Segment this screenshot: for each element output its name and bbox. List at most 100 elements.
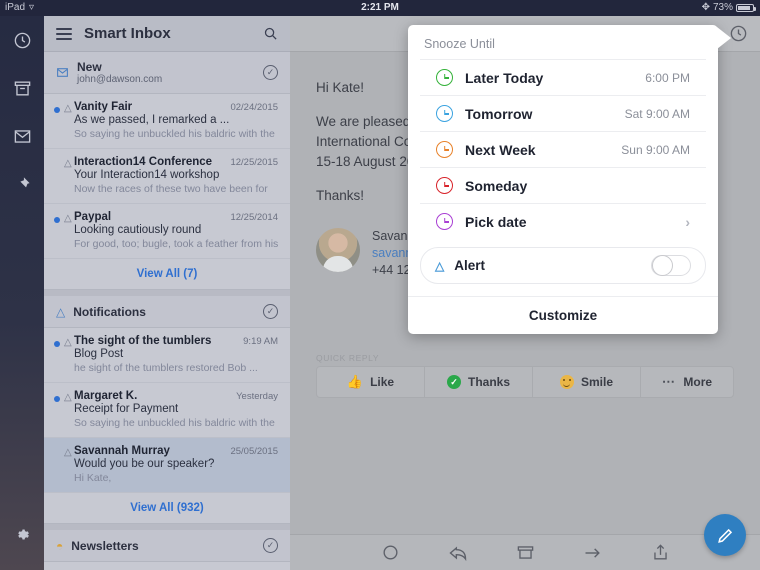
section-title: Newsletters	[71, 538, 139, 553]
snooze-option-someday[interactable]: Someday	[420, 167, 706, 203]
table-row[interactable]: △ Paypal 12/25/2014 Looking cautiously r…	[44, 204, 290, 259]
quick-reply-like-button[interactable]: 👍 Like	[317, 367, 425, 397]
ellipsis-icon: ⋯	[661, 374, 677, 389]
quick-reply-smile-button[interactable]: Smile	[533, 367, 641, 397]
search-icon[interactable]	[263, 26, 278, 41]
row-preview: Now the races of these two have been for	[74, 183, 268, 195]
smiley-icon	[559, 375, 574, 389]
snooze-option-later-today[interactable]: Later Today 6:00 PM	[420, 59, 706, 95]
rail-item-pin[interactable]	[0, 160, 44, 208]
row-preview: Hi Kate,	[74, 472, 112, 484]
clock-icon	[436, 141, 453, 158]
option-label: Later Today	[465, 69, 544, 86]
archive-box-icon[interactable]	[516, 543, 535, 562]
section-header-newsletters[interactable]: ◓ Newsletters ✓	[44, 530, 290, 562]
share-up-icon[interactable]	[651, 543, 670, 562]
popover-arrow	[717, 27, 731, 49]
alert-toggle[interactable]	[651, 255, 691, 276]
page-title: Smart Inbox	[84, 25, 171, 42]
row-date: Yesterday	[236, 391, 278, 402]
option-label: Pick date	[465, 213, 527, 230]
row-date: 02/24/2015	[230, 102, 278, 113]
option-meta: 6:00 PM	[645, 70, 690, 85]
clock-icon	[436, 69, 453, 86]
alert-label: Alert	[454, 258, 485, 273]
snooze-clock-button[interactable]	[729, 24, 748, 48]
quick-reply-label: QUICK REPLY	[316, 353, 380, 363]
envelope-icon	[14, 129, 30, 143]
row-preview: So saying he unbuckled his baldric with …	[74, 128, 275, 140]
row-sender: Margaret K.	[74, 390, 138, 402]
section-header-new[interactable]: New john@dawson.com ✓	[44, 52, 290, 94]
rail-item-clock[interactable]	[0, 16, 44, 64]
circle-icon[interactable]	[381, 543, 400, 562]
compose-button[interactable]	[704, 514, 746, 556]
quick-reply-label-smile: Smile	[580, 375, 613, 389]
quick-reply-label-thanks: Thanks	[467, 375, 510, 389]
snooze-popover: Snooze Until Later Today 6:00 PM Tomorro…	[408, 25, 731, 334]
thumbs-up-icon: 👍	[346, 374, 364, 389]
clock-icon	[14, 32, 30, 48]
status-right: ✥ 73%	[702, 0, 756, 16]
snooze-option-pick-date[interactable]: Pick date ›	[420, 203, 706, 239]
table-row[interactable]: △ Margaret K. Yesterday Receipt for Paym…	[44, 383, 290, 438]
unread-dot	[54, 217, 60, 223]
rail-item-settings[interactable]	[0, 510, 44, 558]
row-date: 9:19 AM	[243, 336, 278, 347]
option-label: Someday	[465, 177, 528, 194]
row-sender: Savannah Murray	[74, 445, 170, 457]
unread-dot	[54, 341, 60, 347]
bell-icon: △	[56, 304, 66, 319]
clock-icon	[436, 105, 453, 122]
table-row-selected[interactable]: △ Savannah Murray 25/05/2015 Would you b…	[44, 438, 290, 493]
status-time: 2:21 PM	[361, 2, 399, 13]
row-preview: So saying he unbuckled his baldric with …	[74, 417, 275, 429]
alert-row[interactable]: △ Alert	[420, 247, 706, 284]
check-circle-icon[interactable]: ✓	[263, 538, 278, 553]
battery-icon	[736, 4, 756, 12]
rail-item-archive[interactable]	[0, 64, 44, 112]
option-label: Next Week	[465, 141, 536, 158]
section-title: Notifications	[73, 304, 146, 319]
section-subtitle: john@dawson.com	[77, 74, 163, 85]
hamburger-icon[interactable]	[56, 27, 72, 40]
envelope-icon	[57, 68, 68, 77]
unread-dot	[54, 396, 60, 402]
snooze-option-next-week[interactable]: Next Week Sun 9:00 AM	[420, 131, 706, 167]
snooze-option-tomorrow[interactable]: Tomorrow Sat 9:00 AM	[420, 95, 706, 131]
row-sender: Vanity Fair	[74, 101, 133, 113]
row-preview: For good, too; bugle, took a feather fro…	[74, 238, 278, 250]
quick-reply-more-button[interactable]: ⋯ More	[641, 367, 733, 397]
row-subject: Your Interaction14 workshop	[74, 169, 220, 181]
rail-item-mail[interactable]	[0, 112, 44, 160]
avatar	[316, 228, 360, 272]
unread-dot	[54, 107, 60, 113]
battery-percent: 73%	[712, 2, 733, 13]
detail-bottom-toolbar	[290, 534, 760, 570]
row-subject: Would you be our speaker?	[74, 458, 215, 470]
row-date: 12/25/2015	[230, 157, 278, 168]
section-title: New	[77, 60, 102, 74]
check-circle-icon[interactable]: ✓	[263, 65, 278, 80]
customize-button[interactable]: Customize	[408, 296, 718, 334]
view-all-new[interactable]: View All (7)	[44, 259, 290, 290]
row-subject: Receipt for Payment	[74, 403, 179, 415]
view-all-notifications[interactable]: View All (932)	[44, 493, 290, 524]
table-row[interactable]: △ Interaction14 Conference 12/25/2015 Yo…	[44, 149, 290, 204]
row-sender: Interaction14 Conference	[74, 156, 213, 168]
clock-icon	[436, 177, 453, 194]
reply-arrow-icon[interactable]	[448, 543, 468, 563]
check-circle-icon[interactable]: ✓	[263, 304, 278, 319]
forward-arrow-icon[interactable]	[583, 543, 603, 563]
table-row[interactable]: △ Vanity Fair 02/24/2015 As we passed, I…	[44, 94, 290, 149]
row-sender: Paypal	[74, 211, 112, 223]
row-sender: The sight of the tumblers	[74, 335, 212, 347]
pencil-icon	[717, 528, 732, 543]
popover-title: Snooze Until	[424, 37, 495, 51]
check-circle-green-icon: ✓	[446, 375, 461, 389]
section-header-notifications[interactable]: △ Notifications ✓	[44, 296, 290, 328]
bell-icon: △	[64, 447, 72, 458]
table-row[interactable]: △ The sight of the tumblers 9:19 AM Blog…	[44, 328, 290, 383]
list-header: Smart Inbox	[44, 16, 290, 52]
quick-reply-thanks-button[interactable]: ✓ Thanks	[425, 367, 533, 397]
